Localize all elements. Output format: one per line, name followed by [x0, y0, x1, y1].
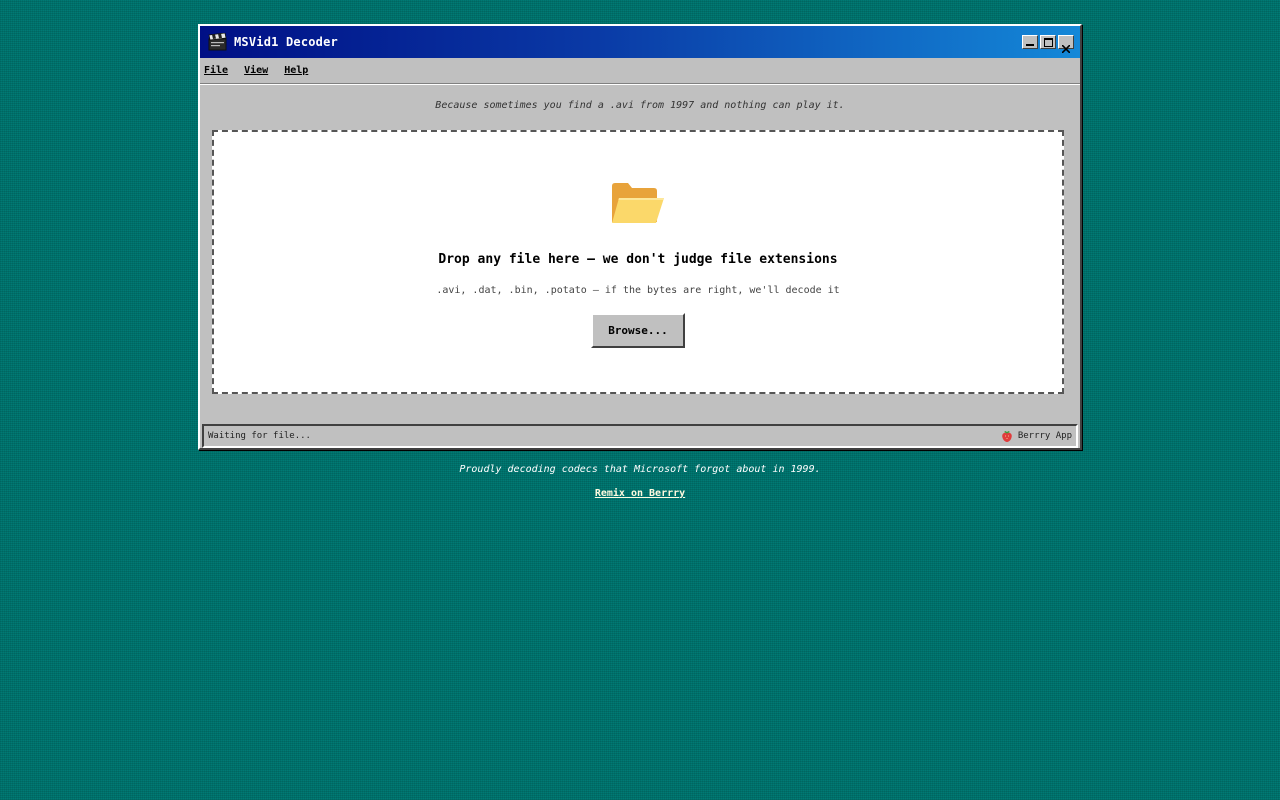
drop-title: Drop any file here — we don't judge file… — [438, 252, 838, 267]
app-window: MSVid1 Decoder File View Help Because so… — [198, 24, 1082, 450]
footer-text: Proudly decoding codecs that Microsoft f… — [459, 464, 821, 475]
close-button[interactable] — [1058, 35, 1074, 54]
file-drop-zone[interactable]: Drop any file here — we don't judge file… — [212, 130, 1064, 394]
maximize-button[interactable] — [1040, 35, 1056, 49]
footer-link-wrapper: Remix on Berrry — [0, 488, 1280, 499]
drop-subtitle: .avi, .dat, .bin, .potato — if the bytes… — [436, 285, 840, 296]
minimize-button[interactable] — [1022, 35, 1038, 49]
window-title: MSVid1 Decoder — [234, 35, 338, 49]
title-bar[interactable]: MSVid1 Decoder — [200, 26, 1080, 58]
menu-bar: File View Help — [200, 58, 1080, 84]
close-icon — [1061, 38, 1071, 54]
status-brand: Berrry App — [1001, 430, 1072, 442]
browse-button[interactable]: Browse... — [591, 313, 685, 348]
status-text: Waiting for file... — [208, 431, 311, 441]
status-bar: Waiting for file... Berrry App — [202, 424, 1078, 448]
status-brand-label: Berrry App — [1017, 431, 1072, 441]
menu-help[interactable]: Help — [284, 65, 308, 76]
minimize-icon — [1026, 44, 1034, 46]
tagline: Because sometimes you find a .avi from 1… — [435, 100, 845, 111]
menu-view[interactable]: View — [244, 65, 268, 76]
strawberry-icon — [1001, 430, 1013, 442]
remix-link[interactable]: Remix on Berrry — [595, 488, 685, 499]
open-folder-icon — [610, 180, 666, 226]
clapperboard-icon — [208, 32, 228, 51]
maximize-icon — [1043, 37, 1053, 47]
menu-file[interactable]: File — [204, 65, 228, 76]
